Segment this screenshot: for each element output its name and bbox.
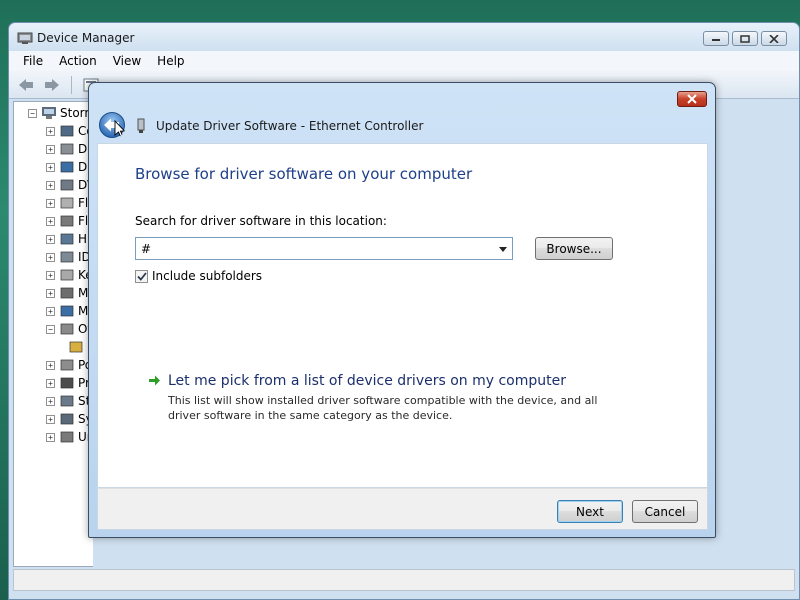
dialog-close-button[interactable] [677,91,707,107]
expand-icon[interactable]: + [46,306,55,316]
location-input[interactable] [138,239,490,258]
checkmark-icon [136,271,147,281]
device-category-icon [60,287,74,299]
device-category-icon [60,377,74,389]
tree-item[interactable]: + Sy [46,410,93,428]
tree-item[interactable]: − Ot [46,320,92,338]
device-manager-icon [17,32,33,44]
back-toolbar-button[interactable] [15,75,37,95]
menu-file[interactable]: File [15,54,51,68]
include-subfolders-option[interactable]: Include subfolders [135,269,262,283]
tree-item[interactable]: + Co [46,122,94,140]
device-category-icon [60,269,74,281]
location-combobox[interactable] [135,237,513,260]
browse-button[interactable]: Browse... [535,237,613,260]
expand-icon[interactable]: + [46,270,55,280]
forward-arrow-icon [45,78,59,91]
expand-icon[interactable]: + [46,234,55,244]
device-category-icon [60,125,74,137]
device-manager-titlebar[interactable]: Device Manager [9,23,799,51]
device-category-icon [60,215,74,227]
back-button[interactable] [98,111,126,139]
minimize-icon [712,38,720,41]
expand-icon[interactable]: + [46,252,55,262]
chevron-down-icon [499,246,507,252]
tree-item[interactable]: + Di [46,140,91,158]
expand-icon[interactable]: + [46,432,55,442]
collapse-icon[interactable]: − [46,324,55,334]
device-category-icon [60,233,74,245]
menu-bar: File Action View Help [9,51,799,71]
computer-icon [42,107,56,119]
update-driver-dialog: Update Driver Software - Ethernet Contro… [88,82,716,538]
back-arrow-icon [19,78,33,91]
next-button[interactable]: Next [557,500,623,523]
status-bar [13,569,795,591]
device-category-icon [60,251,74,263]
tree-item[interactable]: + Di [46,158,91,176]
device-category-icon [60,395,74,407]
expand-icon[interactable]: + [46,198,55,208]
device-category-icon [60,197,74,209]
expand-icon[interactable]: + [46,144,55,154]
close-icon [769,34,779,43]
tree-item[interactable]: + Pr [46,374,90,392]
toolbar-separator [71,75,72,94]
pick-from-list-description: This list will show installed driver sof… [168,394,598,422]
minimize-button[interactable] [703,31,729,46]
tree-item[interactable]: + Ke [46,266,93,284]
page-heading: Browse for driver software on your compu… [135,165,473,183]
expand-icon[interactable]: + [46,360,55,370]
tree-item[interactable]: + Po [46,356,92,374]
forward-toolbar-button[interactable] [41,75,63,95]
include-subfolders-checkbox[interactable] [135,269,148,283]
device-tree: − Storm + Co + Di + Di + DV + Flo + Flo + Hu + ID + Ke + Mi… [13,101,98,567]
tree-item[interactable]: + ID [46,248,91,266]
cancel-button[interactable]: Cancel [632,500,698,523]
device-icon [137,118,145,133]
expand-icon[interactable]: + [46,288,55,298]
dialog-footer: Next Cancel [97,488,708,530]
expand-icon[interactable]: + [46,180,55,190]
tree-item[interactable] [64,338,87,356]
maximize-icon [740,34,750,43]
expand-icon[interactable]: + [46,162,55,172]
dropdown-arrow-button[interactable] [497,243,509,255]
device-category-icon [60,413,74,425]
dialog-title: Update Driver Software - Ethernet Contro… [156,119,424,133]
expand-icon[interactable]: + [46,378,55,388]
device-category-icon [60,179,74,191]
include-subfolders-label: Include subfolders [152,269,263,283]
search-location-label: Search for driver software in this locat… [135,214,387,228]
device-category-icon [60,359,74,371]
pick-from-list-link[interactable]: Let me pick from a list of device driver… [168,373,566,389]
close-icon [687,94,697,104]
menu-action[interactable]: Action [51,54,105,68]
tree-root[interactable]: − Storm [28,104,96,122]
maximize-button[interactable] [732,31,758,46]
tree-item[interactable]: + Mi [46,284,92,302]
device-category-icon [60,161,74,173]
menu-view[interactable]: View [105,54,149,68]
expand-icon[interactable]: + [46,216,55,226]
collapse-icon[interactable]: − [28,108,37,118]
expand-icon[interactable]: + [46,414,55,424]
expand-icon[interactable]: + [46,126,55,136]
close-button[interactable] [761,31,787,46]
device-category-icon [60,431,74,443]
warning-device-icon [69,341,83,353]
menu-help[interactable]: Help [149,54,192,68]
window-title: Device Manager [37,31,135,45]
device-category-icon [60,323,74,335]
expand-icon[interactable]: + [46,396,55,406]
device-category-icon [60,305,74,317]
dialog-body: Browse for driver software on your compu… [97,143,708,488]
horizontal-rule [195,537,609,545]
device-category-icon [60,143,74,155]
green-arrow-icon [149,375,160,386]
